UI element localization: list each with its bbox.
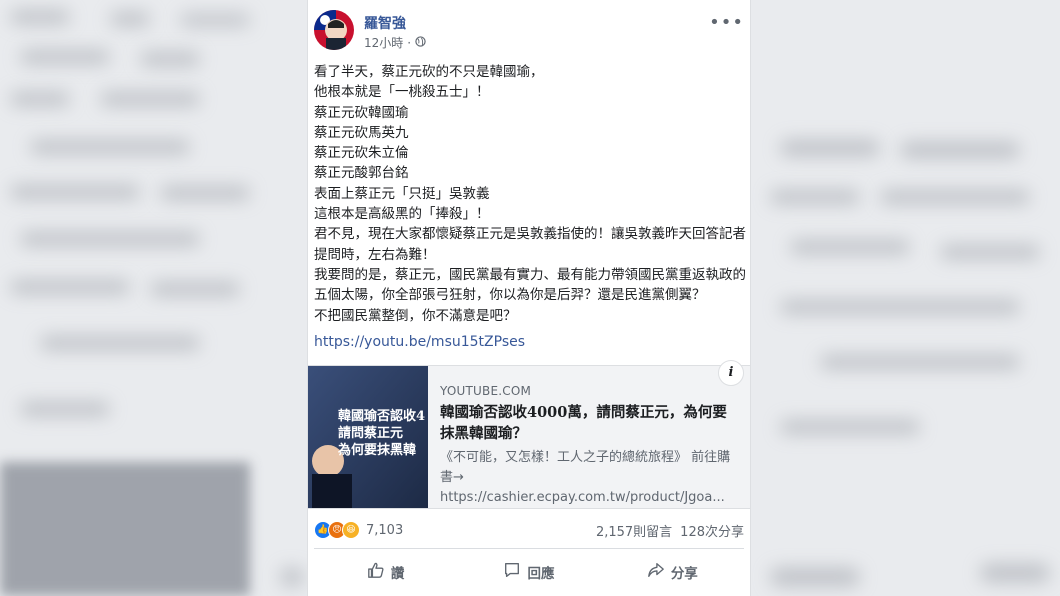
post-line: 表面上蔡正元「只挺」吳敦義 [314, 185, 490, 202]
post-line: 蔡正元砍韓國瑜 [314, 104, 409, 121]
post-line: 我要問的是，蔡正元，國民黨最有實力、最有能力帶領國民黨重返執政的五個太陽，你全部… [314, 266, 746, 304]
share-label: 分享 [670, 566, 698, 582]
share-icon [647, 561, 665, 583]
thumb-caption: 韓國瑜否認收4 [338, 409, 426, 424]
comment-button[interactable]: 回應 [457, 549, 600, 595]
preview-thumbnail[interactable]: 韓國瑜否認收4 請問蔡正元 為何要抹黑韓 [308, 366, 428, 508]
post-line: 看了半天，蔡正元砍的不只是韓國瑜， [314, 64, 544, 80]
post-meta: 12小時 · [364, 34, 426, 51]
post-text: 看了半天，蔡正元砍的不只是韓國瑜， 他根本就是「一桃殺五士」！ 蔡正元砍韓國瑜 … [314, 62, 746, 326]
comment-label: 回應 [527, 566, 555, 582]
globe-icon [415, 35, 426, 50]
haha-reaction-icon: 😆 [342, 521, 360, 539]
thumbs-up-icon [367, 561, 385, 583]
post-line: 蔡正元砍朱立倫 [314, 145, 409, 162]
preview-info: YOUTUBE.COM 韓國瑜否認收4000萬，請問蔡正元，為何要抹黑韓國瑜？ … [440, 384, 740, 508]
avatar[interactable] [314, 10, 354, 50]
preview-description: 《不可能，又怎樣！工人之子的總統旅程》 前往購書→ https://cashie… [440, 450, 731, 505]
post-line: 不把國民黨整倒，你不滿意是吧？ [314, 307, 517, 324]
stats-right: 2,157則留言 128次分享 [596, 521, 744, 540]
share-count[interactable]: 128次分享 [680, 521, 744, 540]
thumb-caption: 請問蔡正元 [338, 426, 404, 441]
meta-separator: · [407, 35, 412, 50]
post-stats: 👍 😠 😆 7,103 2,157則留言 128次分享 [314, 519, 744, 540]
youtube-link[interactable]: https://youtu.be/msu15tZPses [314, 334, 525, 350]
comment-count[interactable]: 2,157則留言 [596, 521, 672, 540]
post-time[interactable]: 12小時 [364, 34, 403, 51]
like-button[interactable]: 讚 [314, 549, 457, 595]
reaction-count[interactable]: 7,103 [366, 523, 403, 538]
info-icon[interactable]: i [718, 360, 744, 386]
preview-domain: YOUTUBE.COM [440, 384, 532, 398]
share-button[interactable]: 分享 [601, 549, 744, 595]
more-options-icon[interactable]: ••• [709, 12, 744, 33]
comment-icon [503, 561, 521, 583]
preview-title[interactable]: 韓國瑜否認收4000萬，請問蔡正元，為何要抹黑韓國瑜？ [440, 402, 740, 444]
post-line: 君不見，現在大家都懷疑蔡正元是吳敦義指使的！讓吳敦義昨天回答記者提問時，左右為難… [314, 226, 746, 263]
post-line: 他根本就是「一桃殺五士」！ [314, 84, 490, 101]
like-label: 讚 [390, 566, 405, 582]
post-header: 羅智強 12小時 · ••• [314, 10, 744, 54]
action-bar: 讚 回應 分享 [314, 548, 744, 595]
post-line: 蔡正元酸郭台銘 [314, 165, 409, 182]
link-preview[interactable]: 韓國瑜否認收4 請問蔡正元 為何要抹黑韓 YOUTUBE.COM 韓國瑜否認收4… [308, 360, 750, 509]
author-name[interactable]: 羅智強 [364, 13, 406, 33]
thumb-caption: 為何要抹黑韓 [338, 443, 417, 458]
post-line: 這根本是高級黑的「捧殺」！ [314, 206, 490, 223]
post-line: 蔡正元砍馬英九 [314, 124, 409, 141]
reaction-summary[interactable]: 👍 😠 😆 7,103 [314, 521, 403, 539]
facebook-post-card: 羅智強 12小時 · ••• 看了半天，蔡正元砍的不只是韓國瑜， 他根本就是「一… [307, 0, 751, 596]
